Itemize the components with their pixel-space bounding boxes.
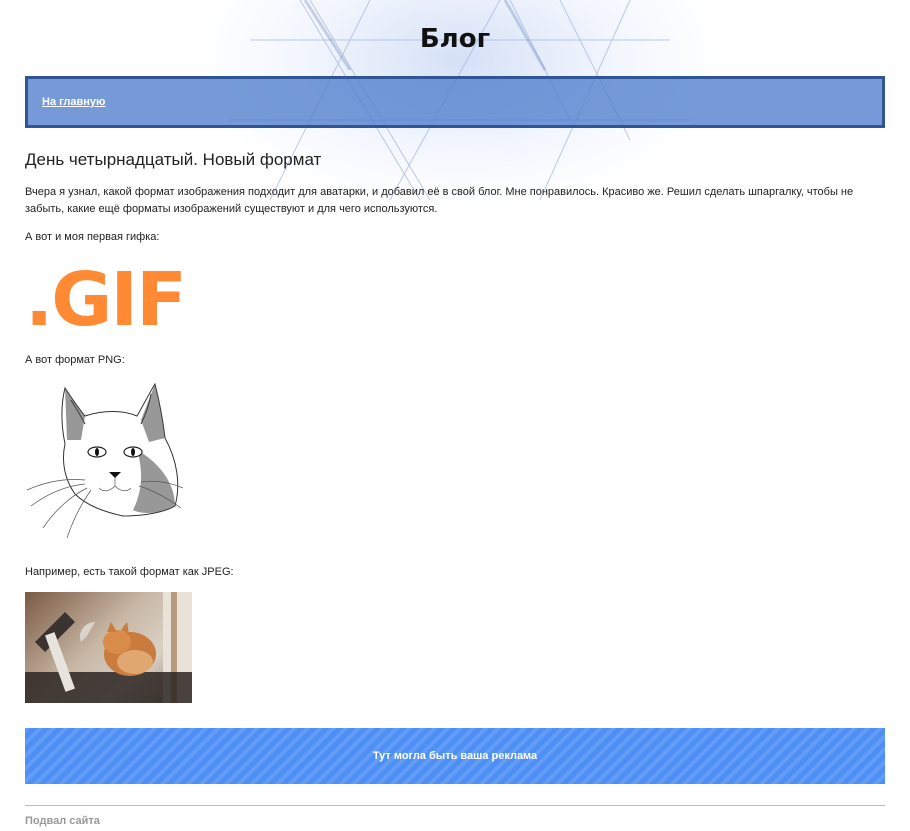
- gif-logo-image: .GIF: [25, 257, 187, 343]
- page-title: Блог: [419, 24, 491, 54]
- jpeg-caption: Например, есть такой формат как JPEG:: [25, 566, 234, 578]
- footer-text: Подвал сайта: [25, 815, 100, 827]
- post-intro-text: Вчера я узнал, какой формат изображения …: [25, 186, 854, 215]
- gif-logo-text: .GIF: [25, 262, 185, 332]
- png-caption: А вот формат PNG:: [25, 354, 125, 366]
- gif-caption: А вот и моя первая гифка:: [25, 231, 160, 243]
- home-link[interactable]: На главную: [42, 96, 105, 108]
- ad-banner[interactable]: Тут могла быть ваша реклама: [25, 728, 885, 784]
- cat-photo-jpeg-image: [25, 592, 192, 703]
- post-title: День четырнадцатый. Новый формат: [25, 150, 322, 169]
- site-footer: Подвал сайта: [25, 805, 885, 827]
- ad-banner-text: Тут могла быть ваша реклама: [372, 750, 538, 762]
- cat-sketch-png-image: [25, 380, 185, 540]
- main-navigation: На главную: [25, 76, 885, 128]
